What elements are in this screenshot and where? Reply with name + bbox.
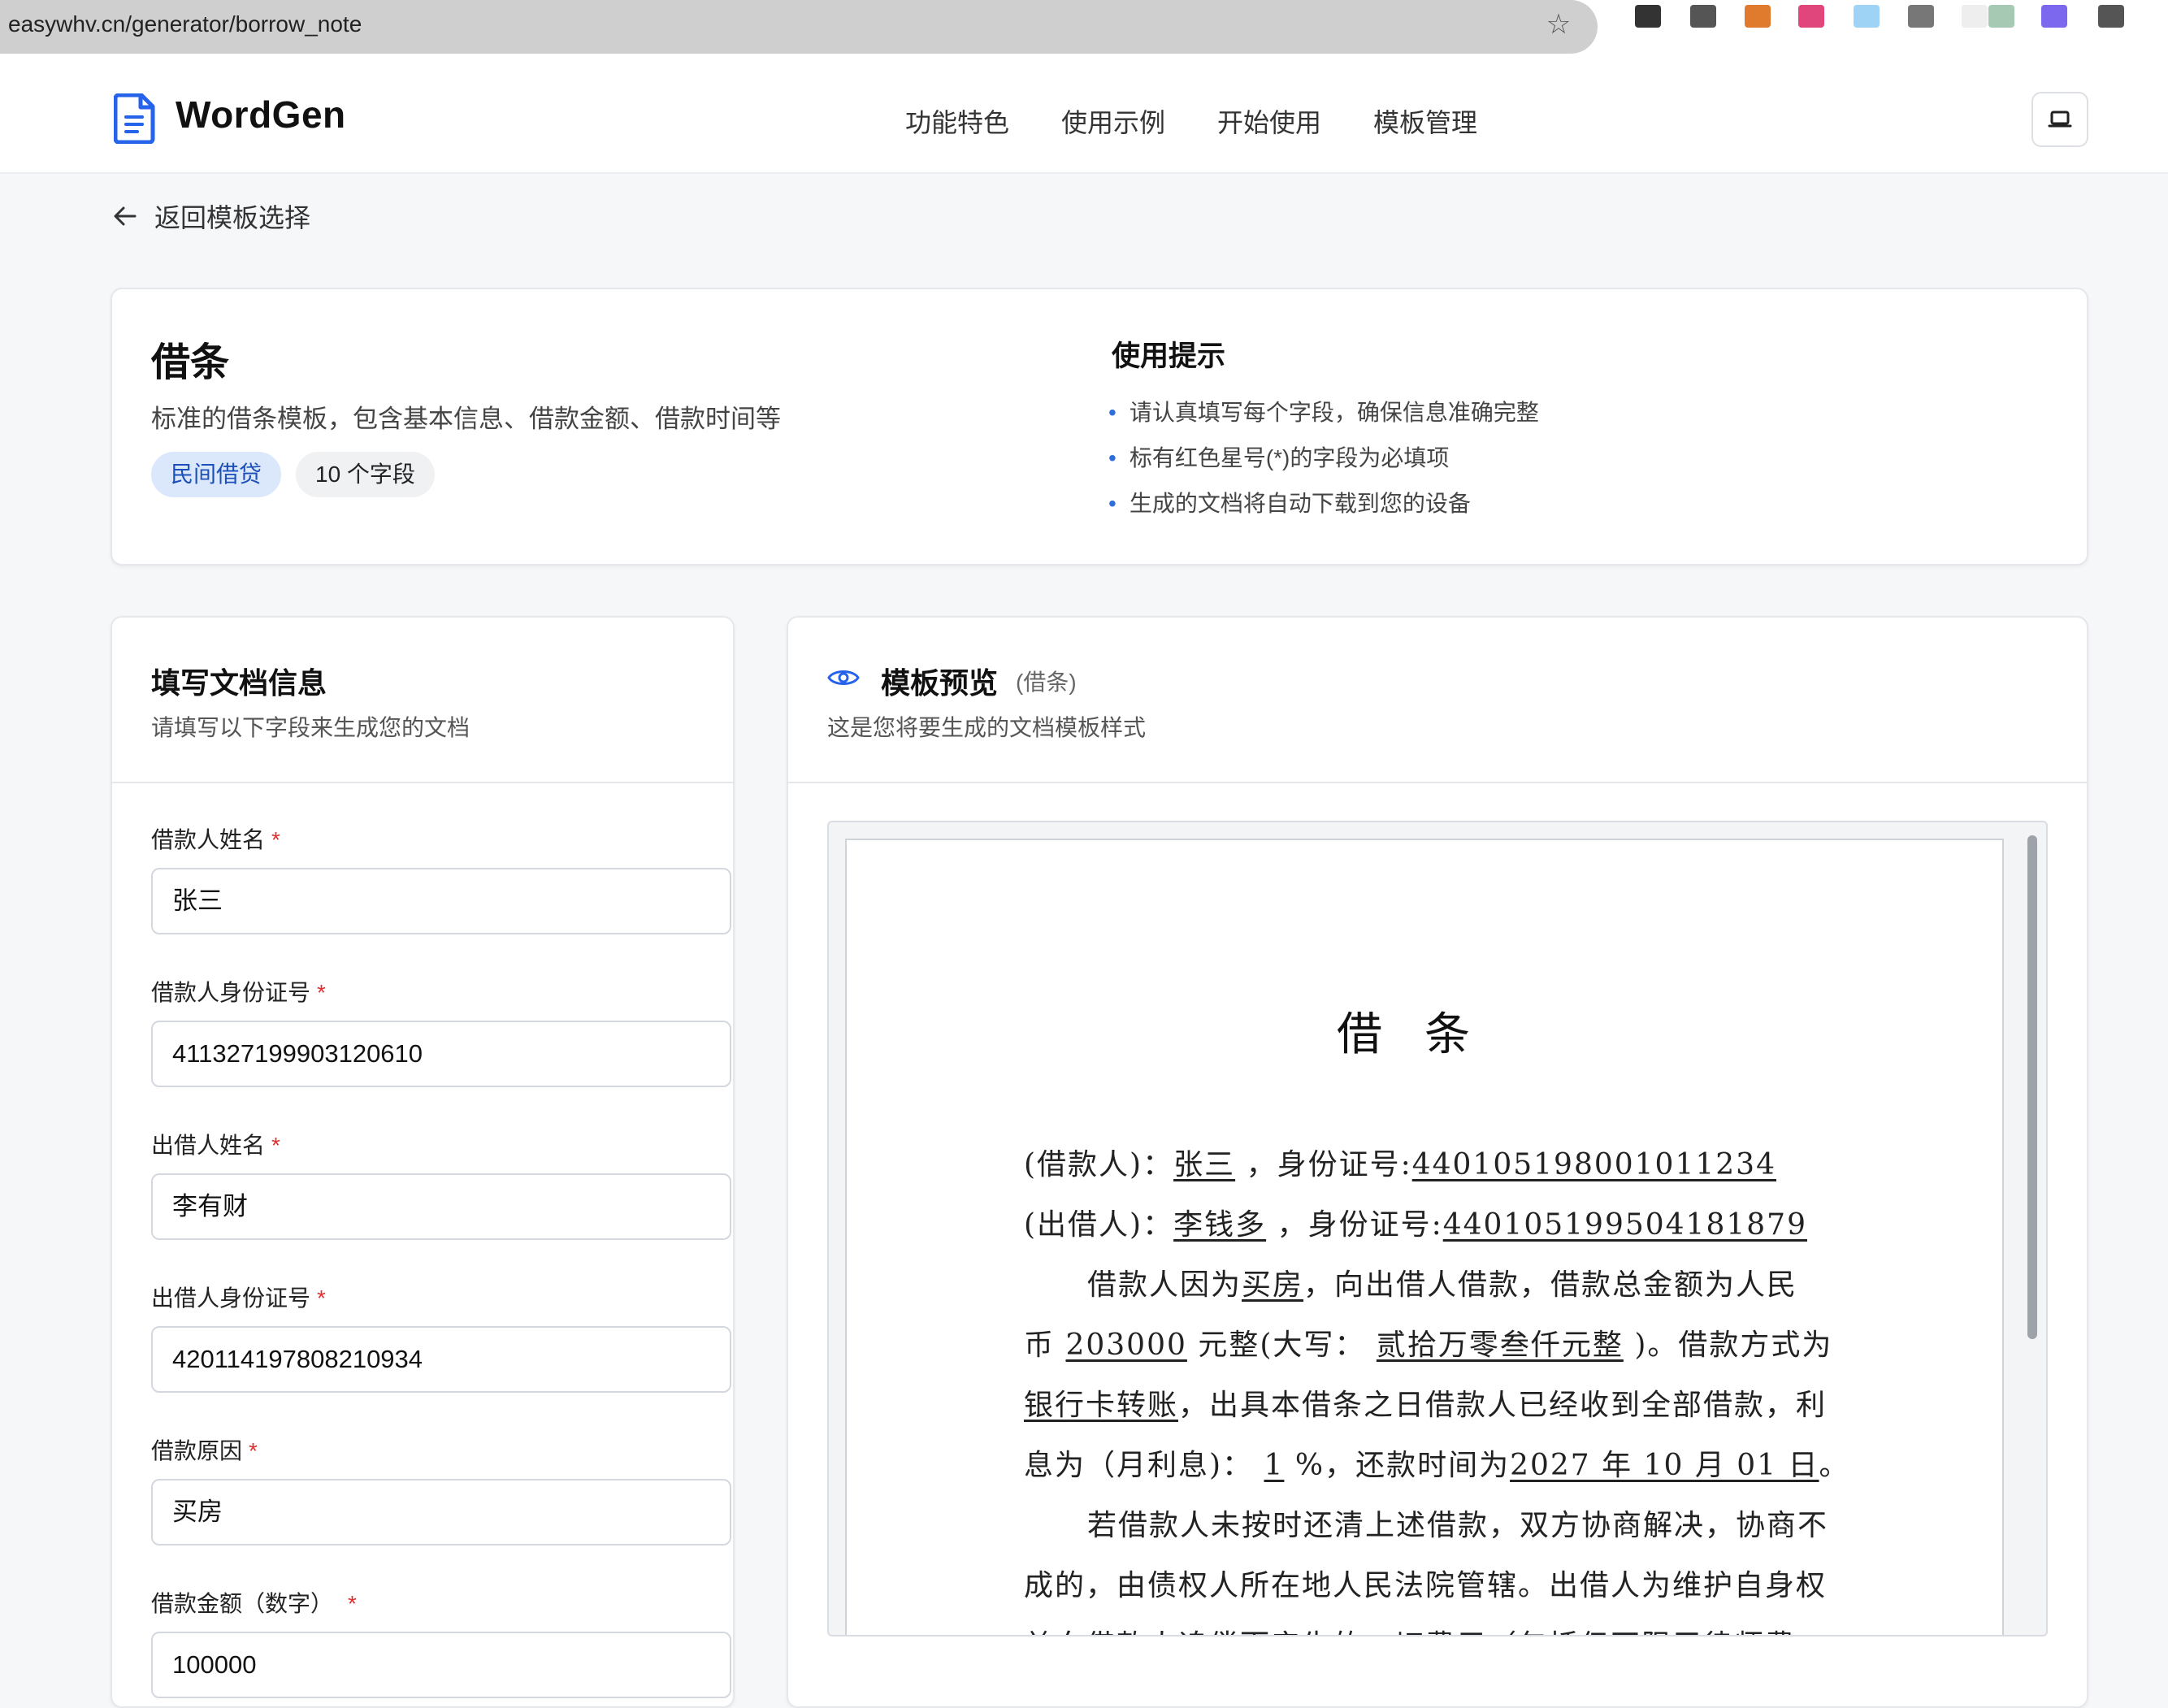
bullet-icon: •: [1108, 445, 1117, 470]
tip-item: • 请认真填写每个字段，确保信息准确完整: [1108, 400, 1539, 425]
nav-examples[interactable]: 使用示例: [1061, 102, 1165, 140]
extension-icon[interactable]: [2098, 5, 2124, 28]
document-line: 银行卡转账，出具本借条之日借款人已经收到全部借款，利: [1024, 1389, 1828, 1422]
document-preview-frame[interactable]: 借条 (借款人)：张三 ，身份证号:440105198001011234 (出借…: [827, 821, 2048, 1636]
field-label: 借款原因 *: [151, 1438, 258, 1463]
required-mark: *: [271, 1133, 280, 1158]
document-line: 若借款人未按时还清上述借款，双方协商解决，协商不: [1087, 1509, 1829, 1542]
category-tag: 民间借贷: [151, 452, 282, 497]
borrower-name-input[interactable]: 张三: [151, 868, 731, 934]
nav-template-management[interactable]: 模板管理: [1373, 102, 1477, 140]
back-to-templates-link[interactable]: 返回模板选择: [112, 200, 310, 232]
nav-features[interactable]: 功能特色: [905, 102, 1009, 140]
laptop-icon: [2048, 111, 2072, 128]
field-label: 借款金额（数字） *: [151, 1591, 357, 1616]
preview-card: 模板预览 (借条) 这是您将要生成的文档模板样式 借条 (借款人)：张三 ，身份…: [787, 616, 2088, 1708]
required-mark: *: [317, 1285, 326, 1311]
required-mark: *: [249, 1438, 258, 1463]
form-subtitle: 请填写以下字段来生成您的文档: [151, 715, 470, 740]
document-line: 成的，由债权人所在地人民法院管辖。出借人为维护自身权: [1024, 1569, 1828, 1602]
extension-icon[interactable]: [1854, 5, 1880, 28]
preview-scrollbar[interactable]: [2027, 835, 2037, 1339]
browser-chrome: easywhv.cn/generator/borrow_note ☆: [0, 0, 2168, 67]
field-label: 出借人身份证号 *: [151, 1285, 326, 1311]
eye-icon: [827, 670, 860, 685]
theme-toggle-button[interactable]: [2031, 92, 2088, 147]
nav-get-started[interactable]: 开始使用: [1217, 102, 1321, 140]
bullet-icon: •: [1108, 400, 1117, 425]
document-logo-icon[interactable]: [114, 93, 156, 144]
loan-reason-input[interactable]: 买房: [151, 1479, 731, 1545]
extension-icon[interactable]: [2041, 5, 2067, 28]
preview-template-name: (借条): [1016, 670, 1077, 695]
template-title: 借条: [151, 341, 230, 384]
preview-subtitle: 这是您将要生成的文档模板样式: [827, 715, 1147, 740]
extension-icon[interactable]: [1745, 5, 1771, 28]
divider: [112, 782, 733, 783]
document-page: 借条 (借款人)：张三 ，身份证号:440105198001011234 (出借…: [845, 839, 2004, 1635]
bookmark-star-icon[interactable]: ☆: [1544, 10, 1573, 39]
field-label: 出借人姓名 *: [151, 1133, 280, 1158]
tip-item: • 标有红色星号(*)的字段为必填项: [1108, 445, 1450, 470]
extension-icon[interactable]: [1908, 5, 1934, 28]
form-title: 填写文档信息: [151, 666, 327, 700]
loan-amount-input[interactable]: 100000: [151, 1632, 731, 1698]
lender-name-input[interactable]: 李有财: [151, 1173, 731, 1240]
address-bar[interactable]: easywhv.cn/generator/borrow_note ☆: [0, 0, 1598, 54]
required-mark: *: [317, 980, 326, 1005]
extension-icon[interactable]: [1798, 5, 1824, 28]
url-text[interactable]: easywhv.cn/generator/borrow_note: [8, 11, 362, 37]
tips-title: 使用提示: [1112, 340, 1226, 372]
field-label: 借款人身份证号 *: [151, 980, 326, 1005]
field-label: 借款人姓名 *: [151, 827, 280, 852]
document-line: 息为（月利息)： 1 %，还款时间为2027 年 10 月 01 日。: [1024, 1449, 1850, 1482]
template-info-card: 借条 标准的借条模板，包含基本信息、借款金额、借款时间等 民间借贷 10 个字段…: [111, 288, 2088, 566]
back-label[interactable]: 返回模板选择: [154, 197, 310, 235]
field-count-tag: 10 个字段: [296, 452, 435, 497]
form-card: 填写文档信息 请填写以下字段来生成您的文档 借款人姓名 * 张三 借款人身份证号 *…: [111, 616, 735, 1708]
document-line: 币 203000 元整(大写： 贰拾万零叁仟元整 )。借款方式为: [1024, 1329, 1833, 1362]
template-description: 标准的借条模板，包含基本信息、借款金额、借款时间等: [151, 405, 781, 433]
bullet-icon: •: [1108, 491, 1117, 516]
extension-icon[interactable]: [1988, 5, 2014, 28]
app-header: WordGen 功能特色 使用示例 开始使用 模板管理: [0, 65, 2168, 174]
document-line: 益向借款人追偿而产生的一切费用（包括但不限于律师费、: [1024, 1622, 1827, 1635]
borrower-id-input[interactable]: 411327199903120610: [151, 1021, 731, 1087]
divider: [788, 782, 2087, 783]
extension-icon[interactable]: [1690, 5, 1716, 28]
tip-item: • 生成的文档将自动下载到您的设备: [1108, 491, 1471, 516]
extension-icon[interactable]: [1635, 5, 1661, 28]
document-line: (出借人)：李钱多 ，身份证号:440105199504181879: [1024, 1208, 1807, 1242]
required-mark: *: [271, 827, 280, 852]
document-line: (借款人)：张三 ，身份证号:440105198001011234: [1024, 1148, 1776, 1181]
document-title: 借条: [1337, 1008, 1512, 1061]
extension-icon[interactable]: [1962, 5, 1988, 28]
brand-name[interactable]: WordGen: [176, 93, 346, 137]
preview-title: 模板预览: [881, 666, 999, 700]
document-line: 借款人因为买房，向出借人借款，借款总金额为人民: [1087, 1268, 1798, 1302]
required-mark: *: [348, 1591, 357, 1616]
lender-id-input[interactable]: 420114197808210934: [151, 1326, 731, 1393]
arrow-left-icon: [114, 206, 137, 226]
